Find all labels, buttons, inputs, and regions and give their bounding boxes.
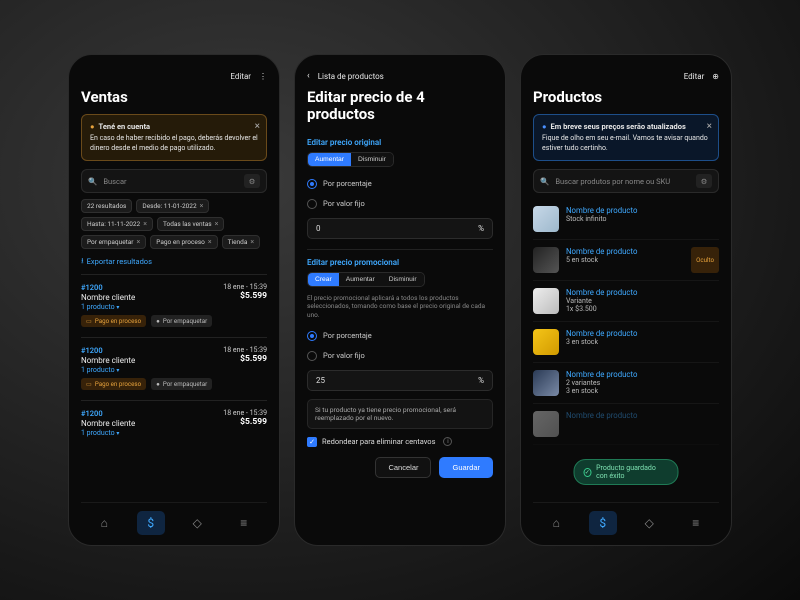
product-row[interactable]: Nombre de producto Stock infinito [533, 199, 719, 240]
nav-sales[interactable]: $ [137, 511, 165, 535]
product-thumb [533, 329, 559, 355]
alert-title: Tené en cuenta [99, 122, 151, 131]
info-icon[interactable]: i [443, 437, 452, 446]
back-label[interactable]: Lista de productos [318, 72, 384, 81]
search-placeholder: Buscar [103, 177, 126, 186]
close-icon[interactable]: × [255, 120, 260, 134]
nav-products[interactable]: ◇ [183, 511, 211, 535]
section-original: Editar precio original [307, 138, 493, 147]
header: ‹ Lista de productos [307, 69, 493, 83]
chip[interactable]: Pago en proceso× [150, 235, 217, 249]
filter-icon[interactable]: ⚙ [696, 174, 712, 188]
sale-id: #1200 [81, 283, 135, 292]
sale-row[interactable]: #1200 Nombre cliente 1 producto ▾ 18 ene… [81, 340, 267, 398]
check-icon: ✓ [584, 468, 592, 477]
radio-porcentaje[interactable]: Por porcentaje [307, 179, 493, 189]
checkbox-icon: ✓ [307, 437, 317, 447]
close-icon[interactable]: × [707, 120, 712, 134]
back-icon[interactable]: ‹ [307, 71, 310, 81]
nav-home[interactable]: ⌂ [542, 511, 570, 535]
chip[interactable]: Todas las ventas× [157, 217, 224, 231]
nav-menu[interactable]: ≡ [682, 511, 710, 535]
warning-alert: × ●Tené en cuenta En caso de haber recib… [81, 114, 267, 161]
sale-customer: Nombre cliente [81, 293, 135, 302]
value-input[interactable]: 0% [307, 218, 493, 239]
kebab-icon[interactable]: ⋮ [259, 72, 267, 81]
screen-productos: Editar ⊕ Productos × ●Em breve seus preç… [520, 54, 732, 546]
search-icon: 🔍 [540, 177, 549, 186]
sale-price: $5.599 [223, 291, 267, 301]
alert-body: En caso de haber recibido el pago, deber… [90, 134, 258, 153]
bottom-nav: ⌂ $ ◇ ≡ [81, 502, 267, 535]
nav-menu[interactable]: ≡ [230, 511, 258, 535]
section-promo: Editar precio promocional [307, 258, 493, 267]
page-title: Editar precio de 4 productos [307, 89, 493, 124]
search-icon: 🔍 [88, 177, 97, 186]
seg-aumentar[interactable]: Aumentar [339, 273, 382, 286]
save-button[interactable]: Guardar [439, 457, 493, 478]
hidden-badge: Oculto [691, 247, 719, 273]
product-row[interactable]: Nombre de producto [533, 404, 719, 445]
chip[interactable]: Hasta: 11-11-2022× [81, 217, 153, 231]
filter-chips: 22 resultados Desde: 11-01-2022× Hasta: … [81, 199, 267, 249]
seg-aumentar[interactable]: Aumentar [308, 153, 351, 166]
product-thumb [533, 411, 559, 437]
search-input[interactable]: 🔍 Buscar produtos por nome ou SKU ⚙ [533, 169, 719, 193]
results-count: 22 resultados [81, 199, 132, 213]
header: Editar ⊕ [533, 69, 719, 83]
promo-value-input[interactable]: 25% [307, 370, 493, 391]
edit-link[interactable]: Editar [684, 72, 705, 81]
search-placeholder: Buscar produtos por nome ou SKU [555, 177, 670, 186]
download-icon: ⭳ [81, 255, 84, 268]
sale-row[interactable]: #1200 Nombre cliente 1 producto ▾ 18 ene… [81, 403, 267, 445]
product-row[interactable]: Nombre de producto 2 variantes 3 en stoc… [533, 363, 719, 404]
product-row[interactable]: Nombre de producto Variante 1x $3.500 [533, 281, 719, 322]
seg-disminuir[interactable]: Disminuir [382, 273, 424, 286]
promo-note: Si tu producto ya tiene precio promocion… [307, 399, 493, 429]
page-title: Productos [533, 89, 719, 106]
export-link[interactable]: ⭳ Exportar resultados [81, 255, 267, 268]
chip[interactable]: Desde: 11-01-2022× [136, 199, 209, 213]
search-input[interactable]: 🔍 Buscar ⚙ [81, 169, 267, 193]
page-title: Ventas [81, 89, 267, 106]
radio-valor-fijo[interactable]: Por valor fijo [307, 199, 493, 209]
success-toast: ✓ Producto guardado con éxito [574, 459, 679, 485]
product-row[interactable]: Nombre de producto 5 en stock Oculto [533, 240, 719, 281]
promo-description: El precio promocional aplicará a todos l… [307, 294, 493, 320]
bottom-nav: ⌂ $ ◇ ≡ [533, 502, 719, 535]
segment-original: Aumentar Disminuir [307, 152, 394, 167]
product-thumb [533, 288, 559, 314]
header: Editar ⋮ [81, 69, 267, 83]
alert-body: Fique de olho em seu e-mail. Vamos te av… [542, 134, 710, 153]
seg-crear[interactable]: Crear [308, 273, 339, 286]
segment-promo: Crear Aumentar Disminuir [307, 272, 425, 287]
info-alert: × ●Em breve seus preços serão atualizado… [533, 114, 719, 161]
nav-products[interactable]: ◇ [635, 511, 663, 535]
add-icon[interactable]: ⊕ [712, 72, 719, 81]
radio-valor-fijo[interactable]: Por valor fijo [307, 351, 493, 361]
product-thumb [533, 206, 559, 232]
chip[interactable]: Tienda× [222, 235, 260, 249]
filter-icon[interactable]: ⚙ [244, 174, 260, 188]
product-name: Nombre de producto [566, 206, 719, 215]
product-stock: Stock infinito [566, 215, 719, 223]
sale-row[interactable]: #1200 Nombre cliente 1 producto ▾ 18 ene… [81, 277, 267, 335]
status-badge: ▭ Pago en proceso [81, 315, 146, 327]
edit-link[interactable]: Editar [230, 72, 251, 81]
screen-edit-price: ‹ Lista de productos Editar precio de 4 … [294, 54, 506, 546]
nav-home[interactable]: ⌂ [90, 511, 118, 535]
product-row[interactable]: Nombre de producto 3 en stock [533, 322, 719, 363]
seg-disminuir[interactable]: Disminuir [351, 153, 393, 166]
alert-title: Em breve seus preços serão atualizados [551, 122, 686, 131]
nav-sales[interactable]: $ [589, 511, 617, 535]
round-checkbox[interactable]: ✓ Redondear para eliminar centavos i [307, 437, 493, 447]
product-thumb [533, 370, 559, 396]
cancel-button[interactable]: Cancelar [375, 457, 431, 478]
status-badge: ● Por empaquetar [151, 315, 212, 327]
chip[interactable]: Por empaquetar× [81, 235, 146, 249]
screen-ventas: Editar ⋮ Ventas × ●Tené en cuenta En cas… [68, 54, 280, 546]
product-thumb [533, 247, 559, 273]
radio-porcentaje[interactable]: Por porcentaje [307, 331, 493, 341]
